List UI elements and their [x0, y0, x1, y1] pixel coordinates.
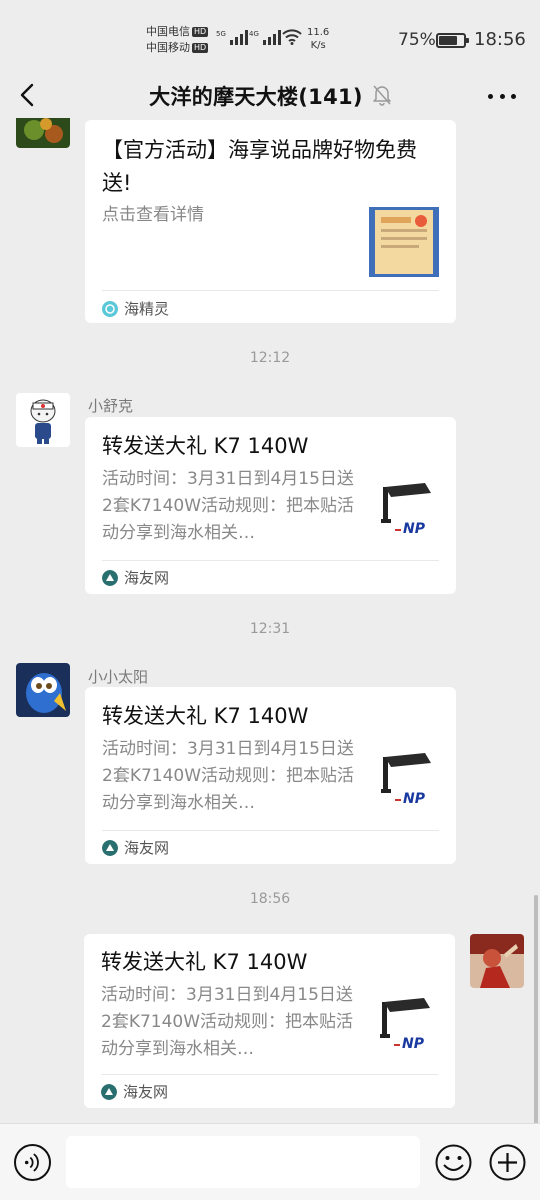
link-card[interactable]: 转发送大礼 K7 140W 活动时间：3月31日到4月15日送2套K7140W活…	[84, 934, 455, 1108]
card-source-name: 海精灵	[124, 300, 170, 318]
card-source: 海友网	[102, 567, 169, 588]
message-list[interactable]: 【官方活动】海享说品牌好物免费送! 点击查看详情 海精灵 12:12 小舒克 转…	[0, 118, 540, 1123]
card-source: 海友网	[102, 837, 169, 858]
card-description: 活动时间：3月31日到4月15日送2套K7140W活动规则：把本贴活动分享到海水…	[102, 469, 355, 543]
card-source: 海友网	[101, 1081, 168, 1102]
net-speed-unit: K/s	[310, 40, 326, 51]
chat-input-bar	[0, 1123, 540, 1200]
card-title: 【官方活动】海享说品牌好物免费送!	[102, 138, 417, 195]
card-thumbnail	[369, 207, 439, 277]
battery-icon	[436, 33, 469, 48]
status-bar: 中国电信 HD 中国移动 HD 5G 4G 11.6 K/s 75% 18:56	[0, 0, 540, 80]
plus-icon[interactable]	[489, 1144, 526, 1181]
avatar-group-member[interactable]	[16, 118, 70, 148]
card-description: 活动时间：3月31日到4月15日送2套K7140W活动规则：把本贴活动分享到海水…	[102, 739, 355, 813]
mute-bell-icon	[373, 85, 391, 106]
hd-badge: HD	[192, 43, 209, 53]
avatar-group-member[interactable]	[16, 393, 70, 447]
site-logo-icon	[101, 1083, 117, 1100]
card-divider	[102, 290, 439, 291]
card-divider	[101, 1074, 438, 1075]
chat-header: 大洋的摩天大楼(141)	[0, 72, 540, 118]
card-divider	[102, 560, 439, 561]
more-options-button[interactable]	[486, 84, 518, 108]
net-speed-value: 11.6	[307, 27, 330, 38]
carrier-2: 中国移动	[146, 41, 190, 54]
card-divider	[102, 830, 439, 831]
svg-text:NP: NP	[403, 521, 426, 537]
card-thumbnail: NP	[372, 992, 442, 1062]
hd-badge: HD	[192, 27, 209, 37]
timestamp: 18:56	[249, 891, 291, 907]
chat-title-wrap: 大洋的摩天大楼(141)	[0, 81, 540, 111]
site-logo-icon	[102, 839, 118, 856]
avatar-group-member[interactable]	[16, 663, 70, 717]
status-clock: 18:56	[474, 29, 526, 50]
card-title: 转发送大礼 K7 140W	[102, 704, 309, 728]
carrier-info: 中国电信 HD 中国移动 HD	[146, 24, 209, 56]
chat-title: 大洋的摩天大楼(141)	[149, 85, 363, 109]
message-input[interactable]	[66, 1136, 420, 1188]
signal-4g-icon: 4G	[249, 30, 281, 45]
card-source-name: 海友网	[124, 839, 170, 857]
sender-name: 小舒克	[88, 397, 134, 415]
wifi-icon	[282, 29, 302, 45]
card-description: 活动时间：3月31日到4月15日送2套K7140W活动规则：把本贴活动分享到海水…	[101, 985, 354, 1059]
sender-name: 小小太阳	[88, 668, 149, 686]
timestamp: 12:31	[249, 621, 291, 637]
more-dot	[499, 93, 505, 99]
more-dot	[488, 93, 493, 99]
emoji-icon[interactable]	[435, 1144, 472, 1181]
more-dot	[511, 93, 516, 99]
card-thumbnail: NP	[373, 477, 443, 547]
card-title: 转发送大礼 K7 140W	[102, 434, 309, 458]
link-card[interactable]: 转发送大礼 K7 140W 活动时间：3月31日到4月15日送2套K7140W活…	[85, 687, 456, 864]
card-thumbnail: NP	[373, 747, 443, 817]
signal-5g-icon: 5G	[216, 30, 248, 45]
mini-program-icon	[102, 300, 118, 317]
card-source: 海精灵	[102, 298, 169, 319]
svg-text:NP: NP	[402, 1036, 425, 1052]
net-speed: 11.6 K/s	[307, 26, 329, 52]
battery-percent: 75%	[398, 30, 436, 50]
avatar-self[interactable]	[470, 934, 524, 988]
card-source-name: 海友网	[124, 569, 170, 587]
card-description: 点击查看详情	[102, 205, 204, 225]
voice-icon[interactable]	[14, 1144, 51, 1181]
svg-text:NP: NP	[403, 791, 426, 807]
site-logo-icon	[102, 569, 118, 586]
timestamp: 12:12	[249, 350, 291, 366]
card-title: 转发送大礼 K7 140W	[101, 950, 308, 974]
carrier-1: 中国电信	[146, 25, 190, 38]
signal-5g-label: 5G	[216, 30, 226, 38]
card-source-name: 海友网	[123, 1083, 169, 1101]
link-card[interactable]: 转发送大礼 K7 140W 活动时间：3月31日到4月15日送2套K7140W活…	[85, 417, 456, 594]
signal-4g-label: 4G	[249, 30, 259, 38]
battery-fill	[439, 36, 457, 45]
scrollbar[interactable]	[534, 895, 538, 1125]
link-card[interactable]: 【官方活动】海享说品牌好物免费送! 点击查看详情 海精灵	[85, 120, 456, 323]
